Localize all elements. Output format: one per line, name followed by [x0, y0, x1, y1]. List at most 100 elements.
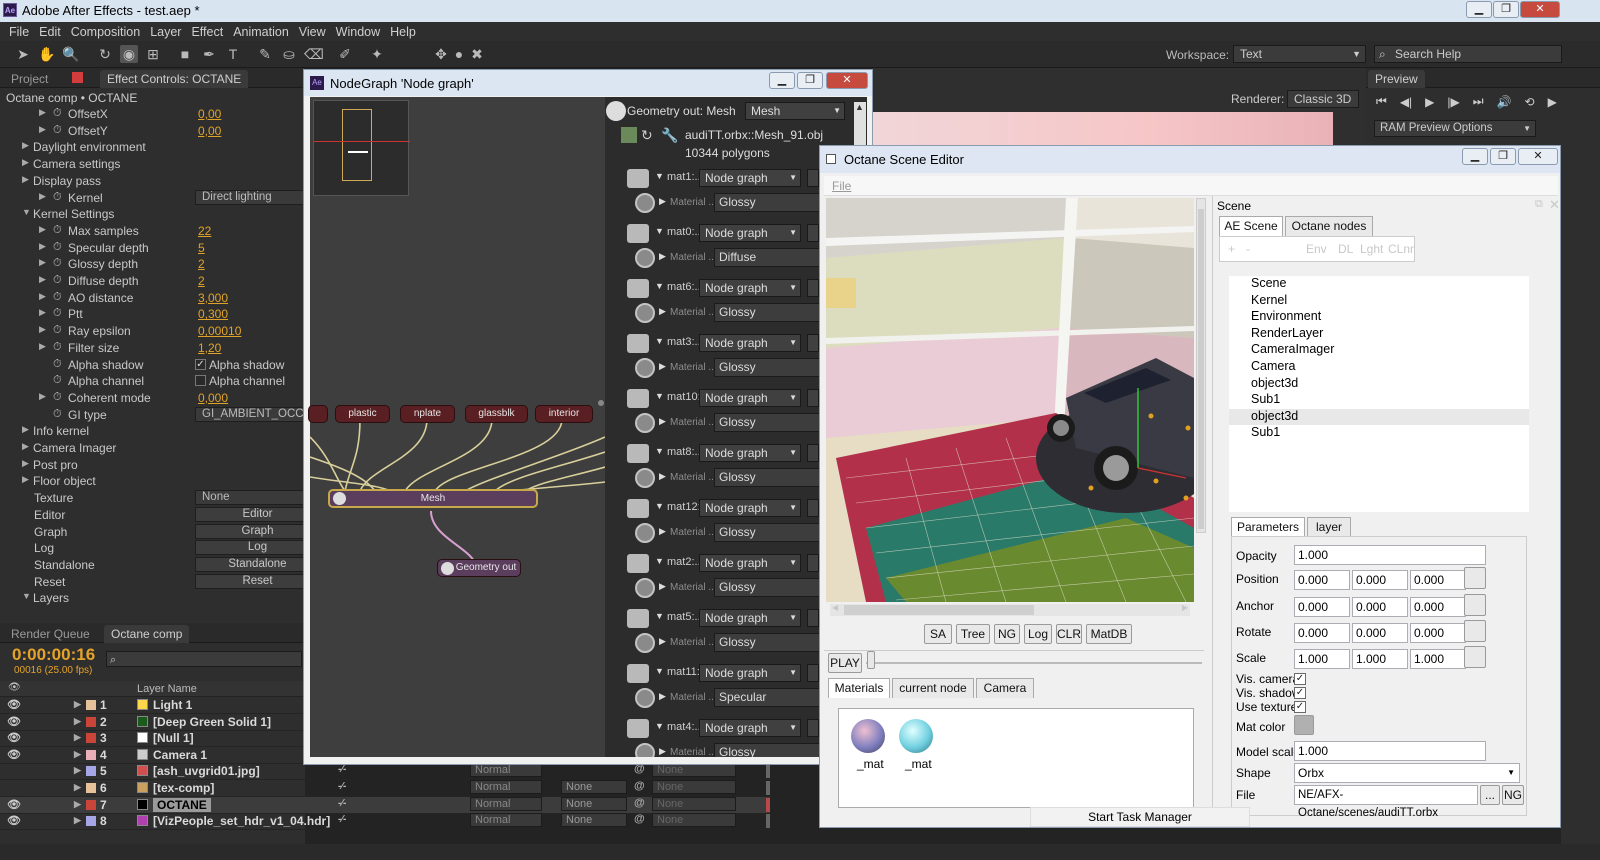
anchor-x-input[interactable]: 0.000 [1294, 597, 1350, 617]
stopwatch-icon[interactable]: ⏱ [53, 124, 62, 137]
last-frame-icon[interactable]: ⏭ [1473, 94, 1484, 109]
viewport-vscroll[interactable] [1196, 198, 1206, 533]
stopwatch-icon[interactable]: ⏱ [53, 358, 62, 371]
prev-frame-icon[interactable]: ◀| [1400, 95, 1412, 109]
tab-ae-scene[interactable]: AE Scene [1219, 216, 1283, 236]
collapse-arrow-icon[interactable]: ▼ [655, 556, 664, 566]
expand-arrow-icon[interactable]: ▶ [22, 140, 29, 151]
rotate-x-input[interactable]: 0.000 [1294, 623, 1350, 643]
effect-value[interactable]: 3,000 [198, 291, 228, 305]
effect-value[interactable]: 0,00 [198, 124, 221, 138]
dl-button[interactable]: DL [1338, 242, 1353, 256]
effect-checkbox[interactable]: ✓ [195, 358, 206, 370]
env-button[interactable]: Env [1306, 242, 1327, 256]
effect-value[interactable]: 22 [198, 224, 211, 238]
audio-icon[interactable]: 🔊 [1497, 95, 1512, 109]
node-graph-dropdown[interactable]: Node graph ▼ [699, 169, 801, 187]
viewport-log-button[interactable]: Log [1024, 624, 1052, 644]
stopwatch-icon[interactable]: ⏱ [53, 191, 62, 204]
vis-shadow-checkbox[interactable]: ✓ [1294, 687, 1306, 699]
rotate-y-input[interactable]: 0.000 [1352, 623, 1408, 643]
scene-tree-item[interactable]: object3d [1229, 408, 1529, 426]
layer-name[interactable]: [VizPeople_set_hdr_v1_04.hdr] [153, 814, 330, 828]
blend-mode-dropdown[interactable]: Normal [470, 780, 542, 794]
expand-arrow-icon[interactable]: ▶ [659, 636, 666, 647]
node-geometry-out[interactable]: Geometry out [437, 559, 521, 577]
shy-switch-icon[interactable]: -⁄- [338, 764, 346, 775]
node-options-button[interactable] [807, 609, 819, 627]
scale-z-input[interactable]: 1.000 [1410, 649, 1466, 669]
material-type-dropdown[interactable]: Glossy [714, 358, 834, 377]
light-button[interactable]: Lght [1360, 242, 1383, 256]
collapse-arrow-icon[interactable]: ▼ [655, 226, 664, 236]
position-x-input[interactable]: 0.000 [1294, 570, 1350, 590]
collapse-arrow-icon[interactable]: ▼ [655, 611, 664, 621]
layer-row[interactable]: 👁 ▶ 7 OCTANE -⁄- Normal None @ None [0, 796, 770, 814]
scene-tree-item[interactable]: Camera [1229, 359, 1529, 376]
vscroll-thumb[interactable] [1198, 209, 1204, 529]
file-path-input[interactable]: NE/AFX-Octane/scenes/audiTT.orbx [1294, 785, 1478, 819]
layer-name[interactable]: [Deep Green Solid 1] [153, 715, 271, 729]
scroll-right-icon[interactable]: ▶ [1182, 603, 1188, 612]
remove-button[interactable]: - [1246, 242, 1250, 256]
minimize-icon[interactable]: ▁ [1462, 148, 1488, 165]
expand-arrow-icon[interactable]: ▶ [39, 391, 46, 402]
expand-arrow-icon[interactable]: ▶ [659, 526, 666, 537]
scene-tree-item[interactable]: CameraImager [1229, 342, 1529, 359]
model-scale-input[interactable]: 1.000 [1294, 741, 1486, 761]
current-time[interactable]: 0:00:00:16 [12, 645, 95, 665]
layer-name[interactable]: Light 1 [153, 698, 192, 712]
scroll-left-icon[interactable]: ◀ [832, 603, 838, 612]
label-color-swatch[interactable] [86, 716, 96, 727]
tab-octane-nodes[interactable]: Octane nodes [1285, 216, 1373, 236]
material-type-dropdown[interactable]: Glossy [714, 523, 834, 542]
axis-view-icon[interactable]: ✖ [468, 45, 486, 63]
puppet-pin-tool-icon[interactable]: ✦ [368, 45, 386, 63]
label-color-swatch[interactable] [86, 733, 96, 744]
parent-dropdown[interactable]: None [652, 796, 736, 811]
float-panel-icon[interactable]: ⧉ [1535, 198, 1543, 211]
tab-render-queue[interactable]: Render Queue [4, 625, 97, 643]
stopwatch-icon[interactable]: ⏱ [53, 391, 62, 404]
vis-camera-checkbox[interactable]: ✓ [1294, 673, 1306, 685]
node-unnamed[interactable] [308, 405, 328, 423]
expand-arrow-icon[interactable]: ▶ [74, 799, 81, 810]
scale-x-input[interactable]: 1.000 [1294, 649, 1350, 669]
expand-arrow-icon[interactable]: ▶ [22, 441, 29, 452]
ram-preview-dropdown[interactable]: RAM Preview Options ▼ [1374, 120, 1536, 137]
expand-arrow-icon[interactable]: ▶ [22, 424, 29, 435]
visibility-eye-icon[interactable]: 👁 [7, 715, 21, 728]
pin-toggle-button[interactable] [627, 499, 649, 518]
effect-value[interactable]: 1,20 [198, 341, 221, 355]
node-graph-dropdown[interactable]: Node graph ▼ [699, 389, 801, 407]
menu-animation[interactable]: Animation [233, 25, 289, 39]
shape-dropdown[interactable]: Orbx ▼ [1294, 763, 1520, 783]
expand-arrow-icon[interactable]: ▶ [659, 361, 666, 372]
pin-toggle-button[interactable] [627, 554, 649, 573]
node-options-button[interactable] [807, 389, 819, 407]
axis-world-icon[interactable]: ● [450, 45, 468, 63]
node-glassblk[interactable]: glassblk [465, 405, 528, 423]
wrench-icon[interactable]: 🔧 [661, 127, 678, 144]
node-options-button[interactable] [807, 664, 819, 682]
parent-pickwhip-icon[interactable]: @ [634, 813, 645, 825]
mat-color-swatch[interactable] [1294, 715, 1314, 735]
tab-octane-comp[interactable]: Octane comp [104, 625, 190, 643]
node-graph-dropdown[interactable]: Node graph ▼ [699, 499, 801, 517]
track-matte-dropdown[interactable]: None [561, 780, 627, 794]
layer-name[interactable]: [tex-comp] [153, 781, 214, 795]
layer-name[interactable]: [Null 1] [153, 731, 194, 745]
parent-pickwhip-icon[interactable]: @ [634, 780, 645, 792]
track-matte-dropdown[interactable]: None [561, 813, 627, 828]
stopwatch-icon[interactable]: ⏱ [53, 107, 62, 120]
visibility-eye-icon[interactable]: 👁 [7, 814, 21, 827]
blend-mode-dropdown[interactable]: Normal [470, 813, 542, 828]
minimize-icon[interactable]: ▁ [1466, 1, 1492, 18]
node-graph-canvas[interactable]: plastic nplate glassblk interior Mesh Ge… [308, 97, 605, 757]
scene-tree-item[interactable]: Sub1 [1229, 425, 1529, 442]
expand-arrow-icon[interactable]: ▶ [39, 274, 46, 285]
viewport-ng-button[interactable]: NG [994, 624, 1020, 644]
lock-panel-icon[interactable] [72, 72, 83, 83]
anchor-pick-button[interactable] [1464, 594, 1486, 616]
loop-icon[interactable]: ⟲ [1525, 95, 1535, 109]
